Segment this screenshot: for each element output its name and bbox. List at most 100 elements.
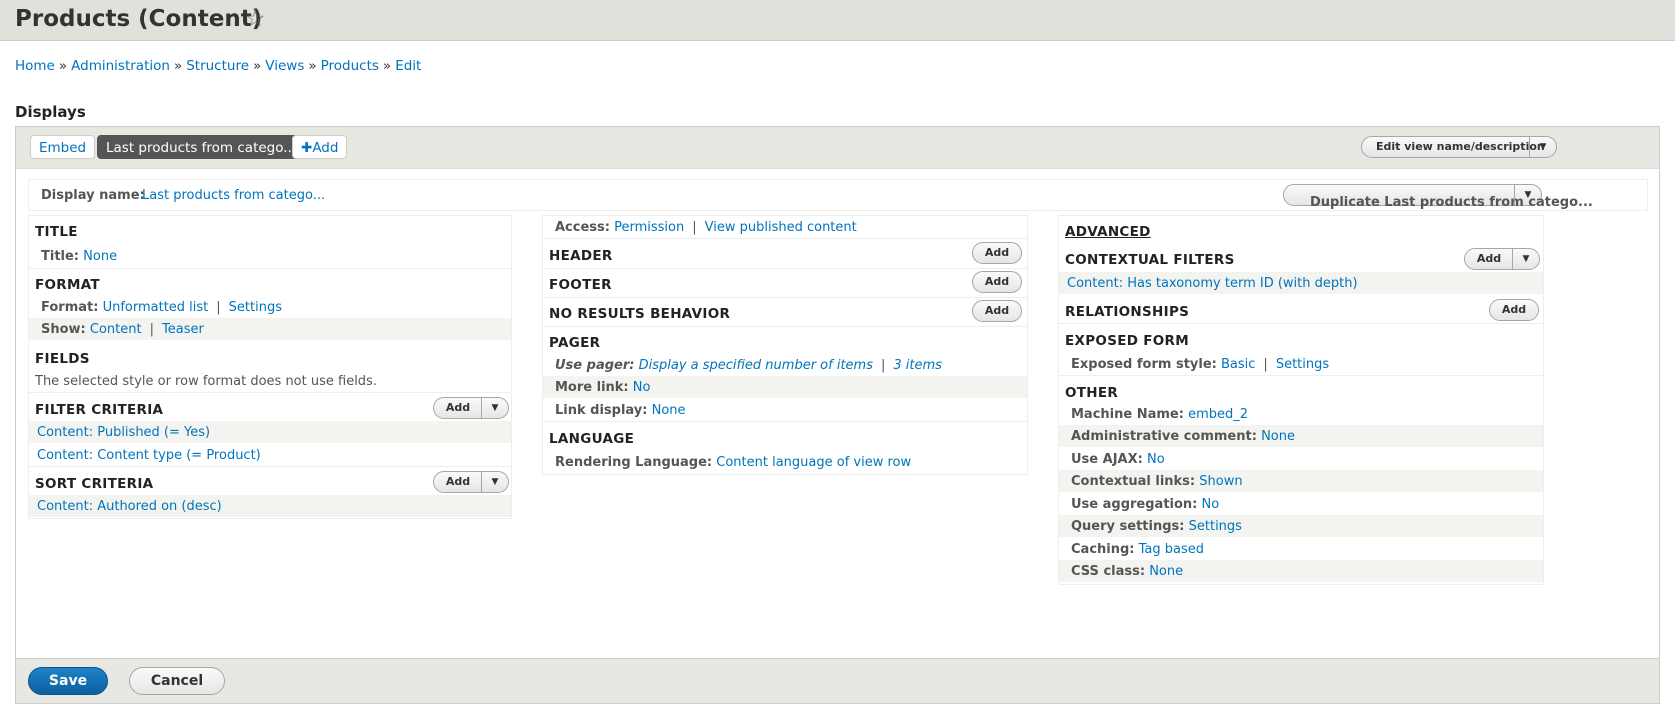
sort-add-button[interactable]: Add ▼ [433,471,509,493]
breadcrumb-views[interactable]: Views [265,58,304,74]
header-add-button[interactable]: Add [972,242,1022,264]
machine-name-link[interactable]: embed_2 [1188,407,1248,422]
more-link-value[interactable]: No [633,380,651,395]
format-row: Format: Unformatted list | Settings [41,300,282,315]
format-settings-link[interactable]: Settings [229,300,282,315]
chevron-down-icon[interactable]: ▼ [481,398,508,418]
breadcrumb: Home» Administration» Structure» Views» Prod… [15,58,422,74]
admin-comment-link[interactable]: None [1261,429,1295,444]
relationships-add-button[interactable]: Add [1489,299,1539,321]
format-value-link[interactable]: Unformatted list [103,300,209,315]
contextual-links-link[interactable]: Shown [1199,474,1242,489]
title-value-link[interactable]: None [83,249,117,264]
filter-add-button[interactable]: Add ▼ [433,397,509,419]
filter-published-link[interactable]: Content: Published (= Yes) [37,425,210,440]
use-ajax-link[interactable]: No [1147,452,1165,467]
section-language-heading: LANGUAGE [549,431,635,447]
rendering-language-row: Rendering Language: Content language of … [555,455,912,470]
caching-link[interactable]: Tag based [1139,542,1204,557]
view-edit-box: Embed Last products from catego... ✚ Add … [15,126,1660,704]
section-title-heading: TITLE [35,224,78,240]
display-name-label: Display name: [41,188,145,203]
edit-view-name-button[interactable]: Edit view name/description ▼ [1361,136,1557,158]
other-row: Administrative comment: None [1059,425,1543,447]
filter-type-link[interactable]: Content: Content type (= Product) [37,448,261,463]
display-name-link[interactable]: Last products from catego... [142,188,325,203]
chevron-down-icon[interactable]: ▼ [1512,249,1539,269]
filter-item: Content: Content type (= Product) [37,448,261,463]
breadcrumb-structure[interactable]: Structure [186,58,249,74]
show-value-link[interactable]: Content [90,322,142,337]
star-icon[interactable]: ☆ [245,6,266,32]
section-exposed-form-heading: EXPOSED FORM [1065,333,1189,349]
access-permission-link[interactable]: Permission [614,220,684,235]
fields-note: The selected style or row format does no… [35,374,377,389]
chevron-down-icon[interactable]: ▼ [1514,185,1541,205]
other-row: Query settings: Settings [1059,515,1543,537]
advanced-toggle[interactable]: ADVANCED [1065,224,1151,240]
section-fields-heading: FIELDS [35,351,90,367]
filter-item: Content: Published (= Yes) [29,421,511,443]
section-other-heading: OTHER [1065,385,1119,401]
chevron-down-icon[interactable]: ▼ [481,472,508,492]
show-row: Show: Content | Teaser [29,318,511,340]
section-sort-heading: SORT CRITERIA [35,476,154,492]
rendering-language-link[interactable]: Content language of view row [716,455,911,470]
exposed-form-settings-link[interactable]: Settings [1276,357,1329,372]
access-view-published-link[interactable]: View published content [705,220,857,235]
column-2: Access: Permission | View published conten… [542,215,1028,475]
column-3: ADVANCED CONTEXTUAL FILTERS Add ▼ Conten… [1058,215,1544,585]
link-display-row: Link display: None [555,403,686,418]
other-row: Machine Name: embed_2 [1071,407,1249,422]
pager-value-link[interactable]: Display a specified number of items [639,358,873,373]
query-settings-link[interactable]: Settings [1189,519,1242,534]
breadcrumb-home[interactable]: Home [15,58,55,74]
section-header-heading: HEADER [549,248,613,264]
other-row: Use aggregation: No [1071,497,1220,512]
tab-embed[interactable]: Embed [30,135,96,159]
display-name-row: Display name: Last products from catego.… [28,179,1648,211]
chevron-down-icon[interactable]: ▼ [1529,137,1556,157]
page-title: Products (Content) [15,6,263,32]
pager-items-link[interactable]: 3 items [893,358,942,373]
duplicate-display-button[interactable]: Duplicate Last products from catego... ▼ [1283,184,1593,210]
css-class-link[interactable]: None [1149,564,1183,579]
exposed-form-basic-link[interactable]: Basic [1221,357,1255,372]
show-teaser-link[interactable]: Teaser [162,322,204,337]
form-actions: Save Cancel [16,658,1659,703]
cancel-button[interactable]: Cancel [129,667,225,695]
display-tabs-bar: Embed Last products from catego... ✚Add … [16,127,1659,169]
noresults-add-button[interactable]: Add [972,300,1022,322]
contextual-filter-link[interactable]: Content: Has taxonomy term ID (with dept… [1067,276,1358,291]
other-row: CSS class: None [1059,560,1543,582]
breadcrumb-administration[interactable]: Administration [71,58,170,74]
section-noresults-heading: NO RESULTS BEHAVIOR [549,306,731,322]
access-row: Access: Permission | View published conten… [555,220,857,235]
save-button[interactable]: Save [28,667,108,695]
contextual-add-button[interactable]: Add ▼ [1464,248,1540,270]
footer-add-button[interactable]: Add [972,271,1022,293]
breadcrumb-products[interactable]: Products [321,58,379,74]
title-row: Title: None [41,249,118,264]
section-relationships-heading: RELATIONSHIPS [1065,304,1190,320]
use-aggregation-link[interactable]: No [1202,497,1220,512]
contextual-filter-item: Content: Has taxonomy term ID (with dept… [1059,272,1543,294]
link-display-value[interactable]: None [652,403,686,418]
sort-authored-link[interactable]: Content: Authored on (desc) [37,499,222,514]
tab-last-products[interactable]: Last products from catego... [97,135,306,159]
more-link-row: More link: No [543,376,1027,398]
section-pager-heading: PAGER [549,335,601,351]
plus-icon: ✚ [301,140,313,156]
add-display-button[interactable]: ✚Add [292,135,348,159]
other-row: Contextual links: Shown [1059,470,1543,492]
exposed-form-row: Exposed form style: Basic | Settings [1071,357,1330,372]
breadcrumb-edit[interactable]: Edit [395,58,421,74]
section-filter-heading: FILTER CRITERIA [35,402,164,418]
section-format-heading: FORMAT [35,277,100,293]
section-footer-heading: FOOTER [549,277,612,293]
pager-row: Use pager: Display a specified number of… [555,358,942,373]
page-title-bar: Products (Content) ☆ [0,0,1675,41]
column-1: TITLE Title: None FORMAT Format: Unforma… [28,215,512,519]
other-row: Caching: Tag based [1071,542,1205,557]
section-contextual-filters-heading: CONTEXTUAL FILTERS [1065,252,1235,268]
